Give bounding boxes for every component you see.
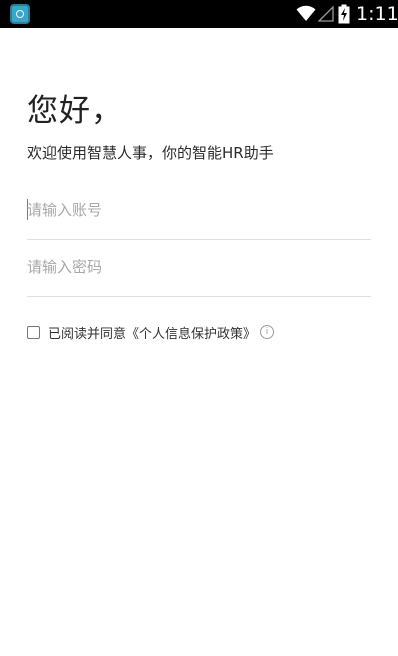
password-input[interactable] [27,255,367,279]
status-bar: 1:11 [0,0,398,28]
privacy-agreement-row: 已阅读并同意 《个人信息保护政策》 i [27,321,275,343]
password-field[interactable] [27,241,371,297]
clock: 1:11 [356,3,398,25]
agree-checkbox[interactable] [27,325,40,339]
greeting-title: 您好， [27,93,123,129]
account-input[interactable] [27,198,367,222]
wifi-icon [296,5,316,21]
account-field[interactable] [27,184,371,240]
app-icon-ring [16,10,24,18]
privacy-policy-link[interactable]: 《个人信息保护政策》 [126,323,256,342]
agree-text: 已阅读并同意 [48,326,127,342]
app-icon [10,4,30,24]
greeting-subtitle: 欢迎使用智慧人事，你的智能HR助手 [27,144,274,162]
signal-icon [318,6,334,22]
info-icon[interactable]: i [260,325,275,339]
battery-charging-icon [338,4,350,24]
